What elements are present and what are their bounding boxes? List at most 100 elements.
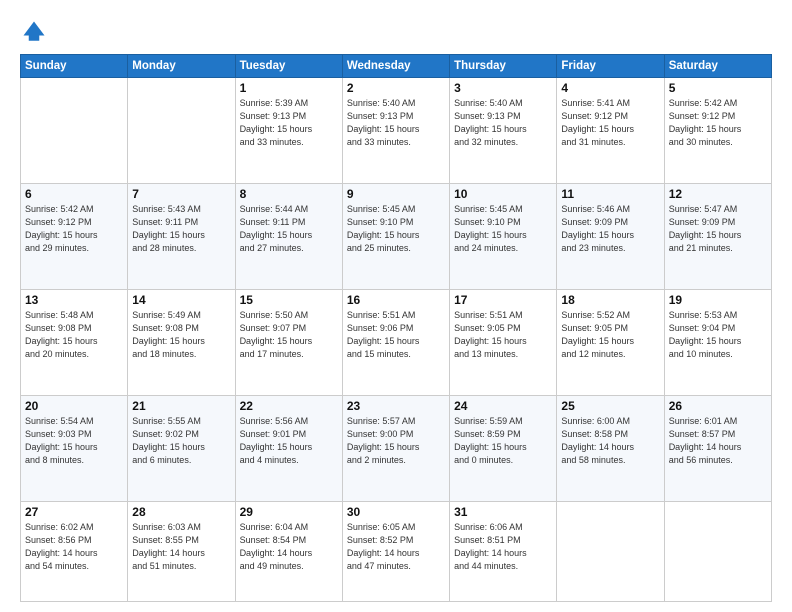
weekday-header: Monday [128, 55, 235, 78]
day-info: Sunrise: 5:41 AM Sunset: 9:12 PM Dayligh… [561, 97, 659, 149]
weekday-header: Saturday [664, 55, 771, 78]
day-number: 8 [240, 187, 338, 201]
day-number: 2 [347, 81, 445, 95]
calendar-cell: 9 Sunrise: 5:45 AM Sunset: 9:10 PM Daylig… [342, 184, 449, 290]
calendar-cell: 28 Sunrise: 6:03 AM Sunset: 8:55 PM Dayli… [128, 502, 235, 602]
calendar-cell: 15 Sunrise: 5:50 AM Sunset: 9:07 PM Dayli… [235, 290, 342, 396]
day-number: 14 [132, 293, 230, 307]
day-info: Sunrise: 5:45 AM Sunset: 9:10 PM Dayligh… [347, 203, 445, 255]
day-number: 4 [561, 81, 659, 95]
weekday-header: Sunday [21, 55, 128, 78]
calendar-week-row: 6 Sunrise: 5:42 AM Sunset: 9:12 PM Daylig… [21, 184, 772, 290]
day-number: 13 [25, 293, 123, 307]
header [20, 18, 772, 46]
day-number: 6 [25, 187, 123, 201]
day-info: Sunrise: 5:57 AM Sunset: 9:00 PM Dayligh… [347, 415, 445, 467]
day-info: Sunrise: 5:59 AM Sunset: 8:59 PM Dayligh… [454, 415, 552, 467]
day-number: 28 [132, 505, 230, 519]
day-info: Sunrise: 5:55 AM Sunset: 9:02 PM Dayligh… [132, 415, 230, 467]
day-number: 16 [347, 293, 445, 307]
calendar-week-row: 20 Sunrise: 5:54 AM Sunset: 9:03 PM Dayli… [21, 396, 772, 502]
calendar-cell: 25Sunrise: 6:00 AM Sunset: 8:58 PM Dayli… [557, 396, 664, 502]
day-number: 30 [347, 505, 445, 519]
calendar-cell: 7Sunrise: 5:43 AM Sunset: 9:11 PM Daylig… [128, 184, 235, 290]
calendar-cell: 8 Sunrise: 5:44 AM Sunset: 9:11 PM Daylig… [235, 184, 342, 290]
day-info: Sunrise: 5:51 AM Sunset: 9:05 PM Dayligh… [454, 309, 552, 361]
day-number: 15 [240, 293, 338, 307]
calendar-cell: 17 Sunrise: 5:51 AM Sunset: 9:05 PM Dayli… [450, 290, 557, 396]
day-number: 19 [669, 293, 767, 307]
calendar-cell: 27 Sunrise: 6:02 AM Sunset: 8:56 PM Dayli… [21, 502, 128, 602]
calendar-cell: 2 Sunrise: 5:40 AM Sunset: 9:13 PM Daylig… [342, 78, 449, 184]
day-info: Sunrise: 6:05 AM Sunset: 8:52 PM Dayligh… [347, 521, 445, 573]
day-info: Sunrise: 5:50 AM Sunset: 9:07 PM Dayligh… [240, 309, 338, 361]
day-info: Sunrise: 6:03 AM Sunset: 8:55 PM Dayligh… [132, 521, 230, 573]
day-info: Sunrise: 6:02 AM Sunset: 8:56 PM Dayligh… [25, 521, 123, 573]
day-number: 5 [669, 81, 767, 95]
calendar-body: 1Sunrise: 5:39 AM Sunset: 9:13 PM Daylig… [21, 78, 772, 602]
day-info: Sunrise: 5:40 AM Sunset: 9:13 PM Dayligh… [454, 97, 552, 149]
calendar-cell [128, 78, 235, 184]
calendar-cell: 4 Sunrise: 5:41 AM Sunset: 9:12 PM Daylig… [557, 78, 664, 184]
day-info: Sunrise: 5:40 AM Sunset: 9:13 PM Dayligh… [347, 97, 445, 149]
day-number: 22 [240, 399, 338, 413]
day-number: 23 [347, 399, 445, 413]
day-number: 29 [240, 505, 338, 519]
calendar-header-row: SundayMondayTuesdayWednesdayThursdayFrid… [21, 55, 772, 78]
logo [20, 18, 52, 46]
day-number: 21 [132, 399, 230, 413]
calendar-cell: 23 Sunrise: 5:57 AM Sunset: 9:00 PM Dayli… [342, 396, 449, 502]
calendar-cell: 20 Sunrise: 5:54 AM Sunset: 9:03 PM Dayli… [21, 396, 128, 502]
day-number: 24 [454, 399, 552, 413]
day-number: 10 [454, 187, 552, 201]
day-number: 7 [132, 187, 230, 201]
calendar-cell: 5 Sunrise: 5:42 AM Sunset: 9:12 PM Daylig… [664, 78, 771, 184]
calendar-cell: 18 Sunrise: 5:52 AM Sunset: 9:05 PM Dayli… [557, 290, 664, 396]
page: SundayMondayTuesdayWednesdayThursdayFrid… [0, 0, 792, 612]
calendar-week-row: 1Sunrise: 5:39 AM Sunset: 9:13 PM Daylig… [21, 78, 772, 184]
day-number: 17 [454, 293, 552, 307]
day-info: Sunrise: 6:06 AM Sunset: 8:51 PM Dayligh… [454, 521, 552, 573]
day-info: Sunrise: 5:51 AM Sunset: 9:06 PM Dayligh… [347, 309, 445, 361]
calendar-cell: 24 Sunrise: 5:59 AM Sunset: 8:59 PM Dayli… [450, 396, 557, 502]
day-number: 9 [347, 187, 445, 201]
calendar-cell: 3 Sunrise: 5:40 AM Sunset: 9:13 PM Daylig… [450, 78, 557, 184]
day-info: Sunrise: 5:47 AM Sunset: 9:09 PM Dayligh… [669, 203, 767, 255]
day-info: Sunrise: 6:04 AM Sunset: 8:54 PM Dayligh… [240, 521, 338, 573]
day-info: Sunrise: 5:42 AM Sunset: 9:12 PM Dayligh… [25, 203, 123, 255]
calendar-cell: 19Sunrise: 5:53 AM Sunset: 9:04 PM Dayli… [664, 290, 771, 396]
day-info: Sunrise: 6:01 AM Sunset: 8:57 PM Dayligh… [669, 415, 767, 467]
calendar-cell: 31Sunrise: 6:06 AM Sunset: 8:51 PM Dayli… [450, 502, 557, 602]
day-number: 3 [454, 81, 552, 95]
calendar-cell: 26Sunrise: 6:01 AM Sunset: 8:57 PM Dayli… [664, 396, 771, 502]
calendar-cell: 29 Sunrise: 6:04 AM Sunset: 8:54 PM Dayli… [235, 502, 342, 602]
day-number: 25 [561, 399, 659, 413]
calendar-cell [664, 502, 771, 602]
day-info: Sunrise: 5:54 AM Sunset: 9:03 PM Dayligh… [25, 415, 123, 467]
weekday-header: Thursday [450, 55, 557, 78]
day-number: 11 [561, 187, 659, 201]
calendar-cell: 21 Sunrise: 5:55 AM Sunset: 9:02 PM Dayli… [128, 396, 235, 502]
calendar-cell: 10 Sunrise: 5:45 AM Sunset: 9:10 PM Dayli… [450, 184, 557, 290]
day-info: Sunrise: 5:45 AM Sunset: 9:10 PM Dayligh… [454, 203, 552, 255]
day-info: Sunrise: 5:48 AM Sunset: 9:08 PM Dayligh… [25, 309, 123, 361]
calendar-cell: 12 Sunrise: 5:47 AM Sunset: 9:09 PM Dayli… [664, 184, 771, 290]
day-number: 20 [25, 399, 123, 413]
day-number: 27 [25, 505, 123, 519]
day-info: Sunrise: 5:56 AM Sunset: 9:01 PM Dayligh… [240, 415, 338, 467]
calendar-cell [557, 502, 664, 602]
calendar-cell: 16 Sunrise: 5:51 AM Sunset: 9:06 PM Dayli… [342, 290, 449, 396]
weekday-header: Wednesday [342, 55, 449, 78]
day-info: Sunrise: 5:42 AM Sunset: 9:12 PM Dayligh… [669, 97, 767, 149]
day-info: Sunrise: 5:44 AM Sunset: 9:11 PM Dayligh… [240, 203, 338, 255]
calendar-cell: 22 Sunrise: 5:56 AM Sunset: 9:01 PM Dayli… [235, 396, 342, 502]
weekday-header: Friday [557, 55, 664, 78]
day-number: 18 [561, 293, 659, 307]
day-info: Sunrise: 5:49 AM Sunset: 9:08 PM Dayligh… [132, 309, 230, 361]
day-info: Sunrise: 5:52 AM Sunset: 9:05 PM Dayligh… [561, 309, 659, 361]
day-number: 12 [669, 187, 767, 201]
weekday-header: Tuesday [235, 55, 342, 78]
calendar-cell: 14 Sunrise: 5:49 AM Sunset: 9:08 PM Dayli… [128, 290, 235, 396]
calendar-cell: 11Sunrise: 5:46 AM Sunset: 9:09 PM Dayli… [557, 184, 664, 290]
day-number: 1 [240, 81, 338, 95]
